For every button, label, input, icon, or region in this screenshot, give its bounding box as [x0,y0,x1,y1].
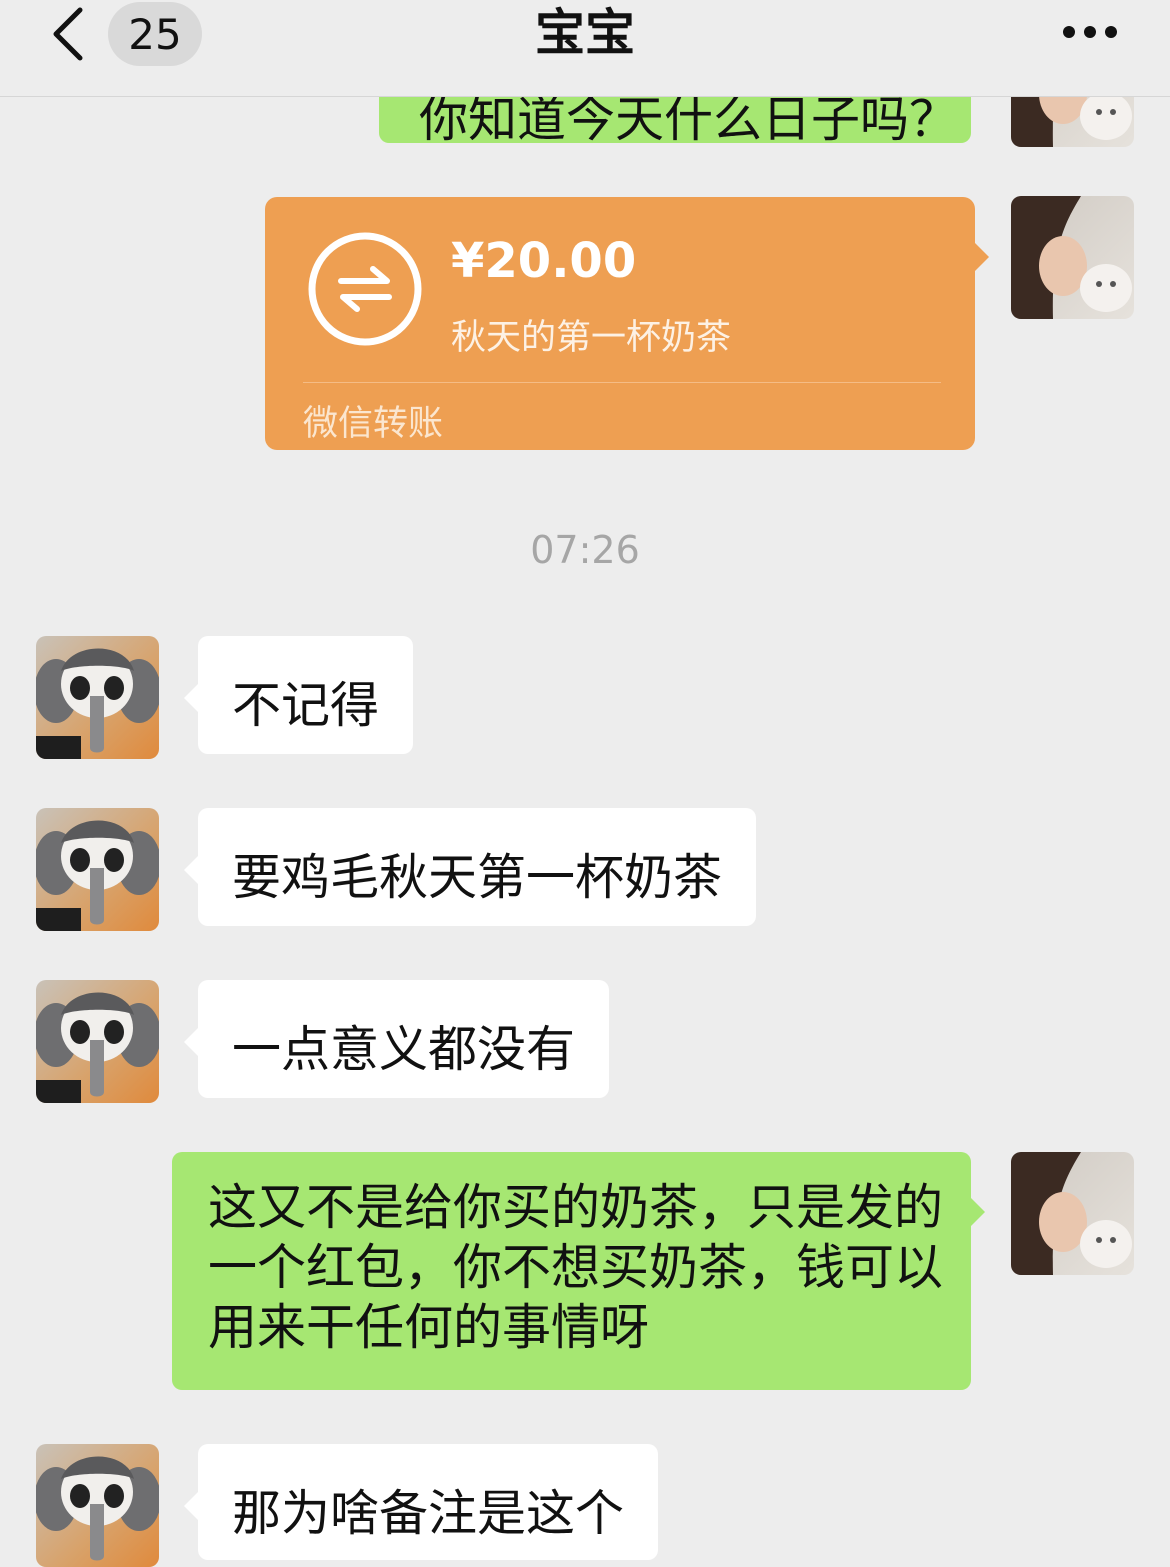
back-button[interactable] [40,6,96,62]
avatar-contact-image [36,1444,159,1567]
message-text: 不记得 [232,677,380,734]
bubble-tail [184,1028,198,1056]
avatar-contact[interactable] [36,1444,159,1567]
avatar-self-image [1011,1152,1134,1275]
message-list[interactable]: 你知道今天什么日子吗？ ¥20.00 秋天的第一杯奶茶 微信转账 07:26 不… [0,0,1170,1567]
message-text: 那为啥备注是这个 [232,1485,625,1542]
avatar-self-image [1011,196,1134,319]
avatar-contact[interactable] [36,636,159,759]
avatar-contact[interactable] [36,980,159,1103]
bubble-tail [184,1492,198,1520]
bubble-tail [971,1198,985,1226]
message-text-line: 用来干任何的事情呀 [208,1299,650,1356]
bubble-tail [184,684,198,712]
transfer-note: 秋天的第一杯奶茶 [451,318,732,358]
bubble-tail [184,856,198,884]
message-bubble-in[interactable]: 一点意义都没有 [184,980,610,1098]
avatar-self[interactable] [1011,196,1134,319]
message-text: 要鸡毛秋天第一杯奶茶 [232,849,723,906]
chevron-left-icon [53,7,83,61]
unread-count-badge[interactable]: 25 [108,2,202,66]
avatar-contact-image [36,808,159,931]
message-text-line: 这又不是给你买的奶茶，只是发的 [208,1179,944,1236]
more-dots-icon [1063,26,1117,38]
message-bubble-in[interactable]: 要鸡毛秋天第一杯奶茶 [184,808,757,926]
message-text-line: 一个红包，你不想买奶茶，钱可以 [208,1239,944,1296]
avatar-contact[interactable] [36,808,159,931]
message-bubble-out[interactable]: 这又不是给你买的奶茶，只是发的 一个红包，你不想买奶茶，钱可以 用来干任何的事情… [172,1152,985,1390]
message-timestamp: 07:26 [530,528,640,572]
chat-header: 25 宝宝 [0,0,1170,97]
transfer-message[interactable]: ¥20.00 秋天的第一杯奶茶 微信转账 [265,197,989,450]
message-text: 一点意义都没有 [232,1021,576,1078]
avatar-contact-image [36,636,159,759]
transfer-arrows-icon [308,232,422,346]
message-bubble-in[interactable]: 那为啥备注是这个 [184,1444,659,1560]
transfer-label: 微信转账 [303,404,444,444]
transfer-divider [303,382,941,383]
more-button[interactable] [1050,10,1130,54]
bubble-tail [975,243,989,271]
message-bubble-in[interactable]: 不记得 [184,636,414,754]
avatar-contact-image [36,980,159,1103]
avatar-self[interactable] [1011,1152,1134,1275]
transfer-amount: ¥20.00 [451,233,637,289]
